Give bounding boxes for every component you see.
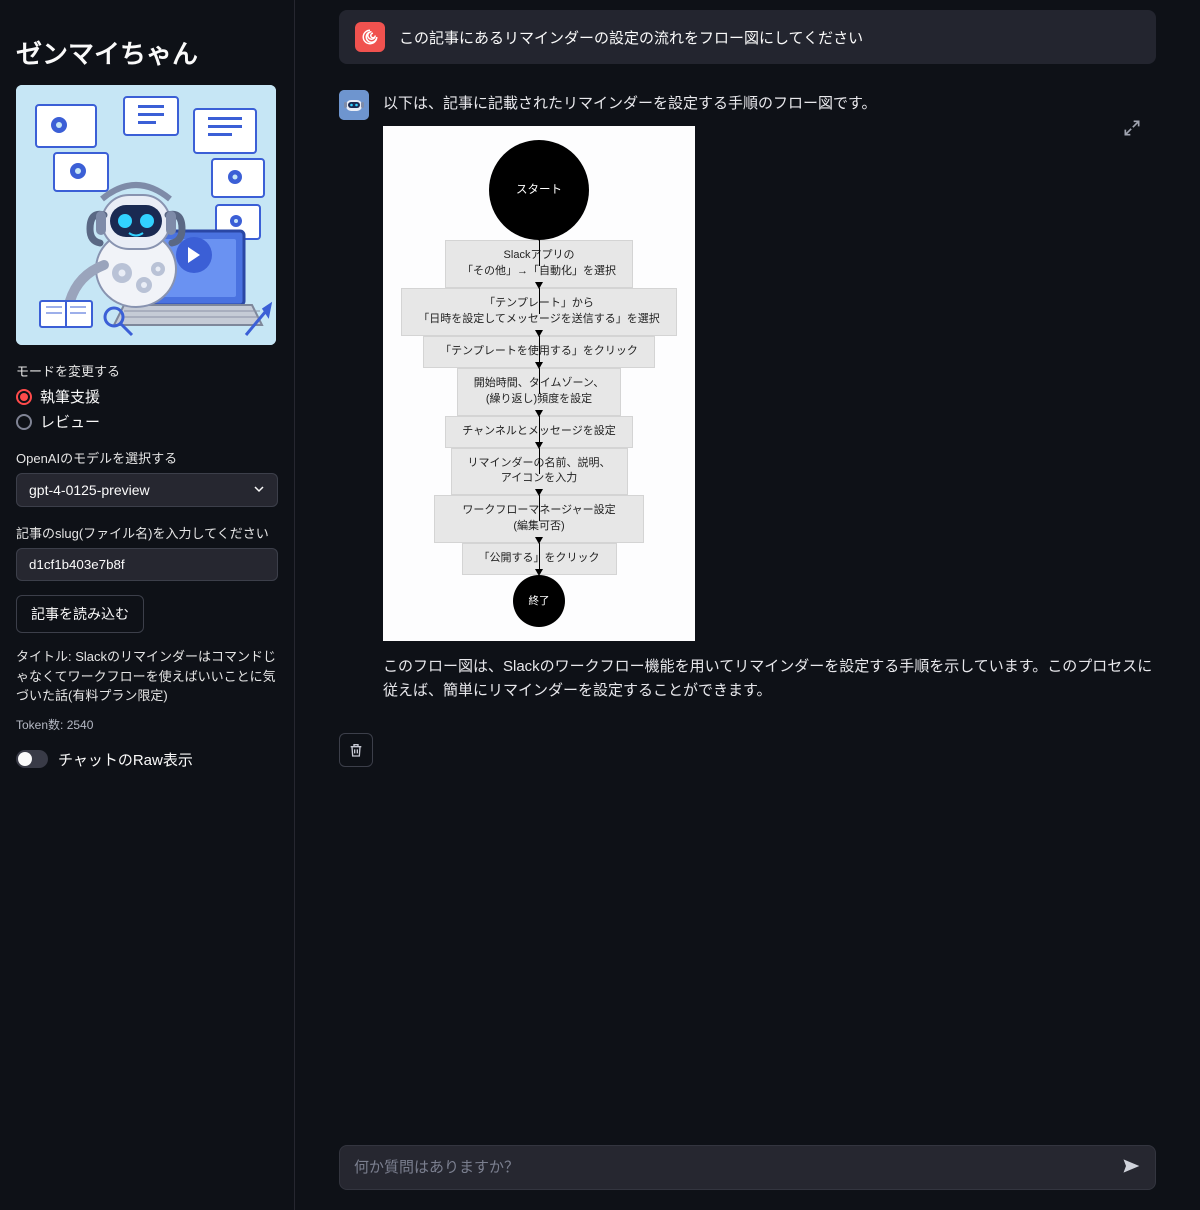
assistant-message: 以下は、記事に記載されたリマインダーを設定する手順のフロー図です。 スタート S… — [339, 90, 1156, 713]
model-select[interactable]: gpt-4-0125-preview — [16, 473, 278, 507]
diagram-start: スタート — [489, 140, 589, 240]
trash-icon — [348, 742, 364, 758]
load-article-button[interactable]: 記事を読み込む — [16, 595, 144, 633]
robot-illustration — [16, 85, 276, 345]
radio-icon — [16, 414, 32, 430]
mode-option-label: レビュー — [40, 411, 100, 432]
token-count: Token数: 2540 — [16, 716, 278, 733]
slug-label: 記事のslug(ファイル名)を入力してください — [16, 523, 278, 542]
chat-main: この記事にあるリマインダーの設定の流れをフロー図にしてください 以下は、記事に記… — [295, 0, 1200, 1210]
toggle-label: チャットのRaw表示 — [58, 749, 193, 770]
chat-input-bar — [339, 1145, 1156, 1190]
sidebar: ゼンマイちゃん — [0, 0, 295, 1210]
model-selected-value: gpt-4-0125-preview — [29, 482, 150, 498]
toggle-icon — [16, 750, 48, 768]
flow-diagram: スタート Slackアプリの 「その他」→「自動化」を選択 「テンプレート」から… — [383, 126, 695, 641]
raw-toggle-row[interactable]: チャットのRaw表示 — [16, 749, 278, 770]
mode-write-radio[interactable]: 執筆支援 — [16, 386, 278, 407]
mode-label: モードを変更する — [16, 361, 278, 380]
model-label: OpenAIのモデルを選択する — [16, 448, 278, 467]
send-icon[interactable] — [1121, 1156, 1141, 1179]
mode-review-radio[interactable]: レビュー — [16, 411, 278, 432]
chat-input[interactable] — [354, 1159, 1121, 1176]
app-title: ゼンマイちゃん — [16, 34, 278, 71]
article-title-text: タイトル: Slackのリマインダーはコマンドじゃなくてワークフローを使えばいい… — [16, 647, 278, 706]
mode-option-label: 執筆支援 — [40, 386, 100, 407]
chevron-down-icon — [253, 482, 265, 498]
bot-avatar — [339, 90, 369, 120]
bot-intro-text: 以下は、記事に記載されたリマインダーを設定する手順のフロー図です。 — [383, 92, 1156, 116]
slug-input[interactable] — [16, 548, 278, 581]
user-message: この記事にあるリマインダーの設定の流れをフロー図にしてください — [339, 10, 1156, 64]
bot-outro-text: このフロー図は、Slackのワークフロー機能を用いてリマインダーを設定する手順を… — [383, 655, 1156, 703]
radio-icon — [16, 389, 32, 405]
user-avatar — [355, 22, 385, 52]
spiral-icon — [361, 28, 379, 46]
expand-icon[interactable] — [1122, 118, 1144, 140]
user-message-text: この記事にあるリマインダーの設定の流れをフロー図にしてください — [399, 27, 863, 48]
clear-chat-button[interactable] — [339, 733, 373, 767]
